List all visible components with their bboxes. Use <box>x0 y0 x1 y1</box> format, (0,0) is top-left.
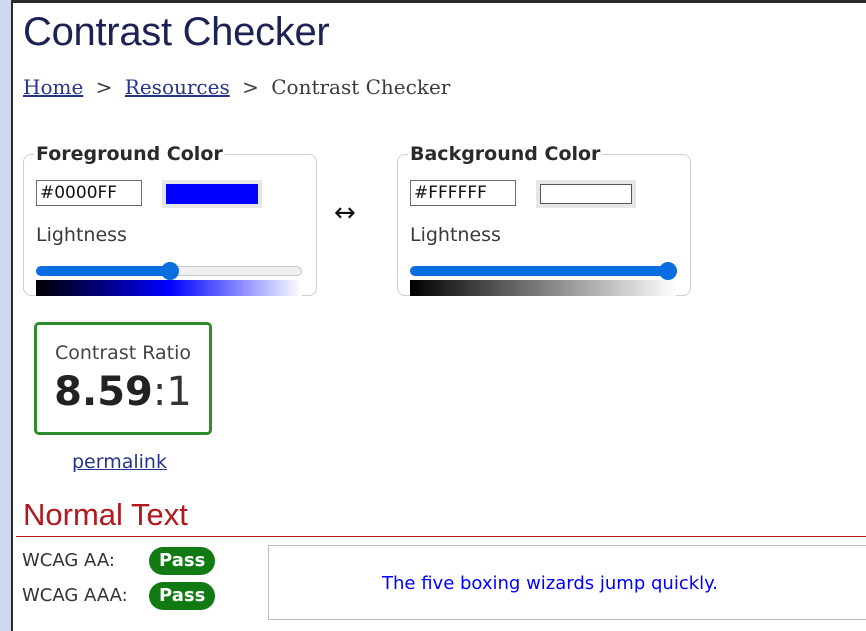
wcag-aaa-pass-badge: Pass <box>149 582 216 610</box>
breadcrumb-home-link[interactable]: Home <box>23 75 83 99</box>
foreground-slider-thumb[interactable] <box>161 262 179 280</box>
wcag-aa-label: WCAG AA: <box>22 550 115 571</box>
contrast-ratio-label: Contrast Ratio <box>54 342 191 364</box>
background-lightness-slider[interactable] <box>410 262 677 280</box>
foreground-color-picker[interactable] <box>162 180 262 208</box>
breadcrumb-resources-link[interactable]: Resources <box>125 75 230 99</box>
background-hex-input[interactable]: #FFFFFF <box>410 180 516 206</box>
wcag-aa-row: WCAG AA: Pass <box>22 547 216 575</box>
background-lightness-gradient <box>410 280 676 296</box>
contrast-ratio-box: Contrast Ratio 8.59:1 <box>34 322 212 435</box>
normal-text-sample-box: The five boxing wizards jump quickly. <box>268 545 866 620</box>
window-left-border <box>0 0 13 631</box>
breadcrumb-current: Contrast Checker <box>271 75 451 99</box>
normal-text-heading: Normal Text <box>23 497 188 532</box>
foreground-hex-input[interactable]: #0000FF <box>36 180 142 206</box>
contrast-ratio-number: 8.59 <box>54 369 153 415</box>
breadcrumb: Home > Resources > Contrast Checker <box>23 75 450 99</box>
foreground-color-panel: Foreground Color #0000FF Lightness <box>23 143 317 296</box>
background-slider-thumb[interactable] <box>659 262 677 280</box>
background-lightness-label: Lightness <box>410 224 501 246</box>
foreground-slider-fill <box>36 266 170 276</box>
breadcrumb-separator: > <box>95 75 113 99</box>
foreground-lightness-gradient <box>36 280 302 296</box>
page-title: Contrast Checker <box>23 10 330 54</box>
background-color-swatch <box>540 184 632 204</box>
swap-colors-icon[interactable]: ↔ <box>334 198 356 228</box>
foreground-color-swatch <box>166 184 258 204</box>
foreground-lightness-label: Lightness <box>36 224 127 246</box>
window-top-border <box>0 0 866 3</box>
background-color-picker[interactable] <box>536 180 636 208</box>
foreground-color-legend: Foreground Color <box>36 143 223 165</box>
contrast-ratio-suffix: 1 <box>166 369 192 415</box>
contrast-ratio-colon: : <box>152 369 167 415</box>
breadcrumb-separator: > <box>242 75 259 99</box>
wcag-aaa-row: WCAG AAA: Pass <box>22 582 216 610</box>
foreground-lightness-slider[interactable] <box>36 262 302 280</box>
wcag-aa-pass-badge: Pass <box>149 547 216 575</box>
contrast-ratio-value: 8.59:1 <box>37 369 209 415</box>
background-slider-fill <box>410 266 677 276</box>
permalink-link[interactable]: permalink <box>72 451 167 473</box>
normal-text-sample: The five boxing wizards jump quickly. <box>382 573 718 594</box>
section-divider <box>16 536 866 537</box>
background-color-panel: Background Color #FFFFFF Lightness <box>397 143 691 296</box>
wcag-aaa-label: WCAG AAA: <box>22 585 128 606</box>
background-color-legend: Background Color <box>410 143 601 165</box>
